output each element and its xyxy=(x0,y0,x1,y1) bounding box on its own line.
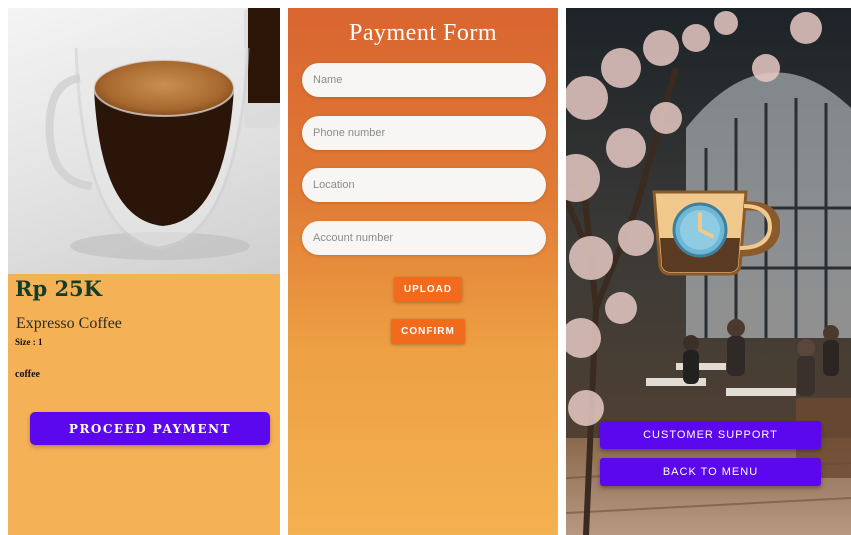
customer-support-button[interactable]: CUSTOMER SUPPORT xyxy=(600,421,821,449)
espresso-photo xyxy=(8,8,280,274)
cafe-menu-screen: CUSTOMER SUPPORT BACK TO MENU xyxy=(566,8,851,535)
category-label: coffee xyxy=(15,369,40,380)
account-number-field[interactable] xyxy=(302,221,546,255)
price-label: Rp 25K xyxy=(15,276,102,301)
product-name: Expresso Coffee xyxy=(16,315,122,332)
location-field[interactable] xyxy=(302,168,546,202)
page-title: Payment Form xyxy=(349,20,497,46)
upload-button[interactable]: UPLOAD xyxy=(394,277,462,302)
size-label: Size : 1 xyxy=(15,337,43,347)
phone-field[interactable] xyxy=(302,116,546,150)
product-screen: Rp 25K Expresso Coffee Size : 1 coffee P… xyxy=(8,8,280,535)
coffee-cup-clock-icon xyxy=(652,190,780,276)
proceed-payment-button[interactable]: PROCEED PAYMENT xyxy=(30,412,270,445)
name-field[interactable] xyxy=(302,63,546,97)
payment-form-screen: Payment Form UPLOAD CONFIRM xyxy=(288,8,558,535)
back-to-menu-button[interactable]: BACK TO MENU xyxy=(600,458,821,486)
confirm-button[interactable]: CONFIRM xyxy=(391,319,465,344)
